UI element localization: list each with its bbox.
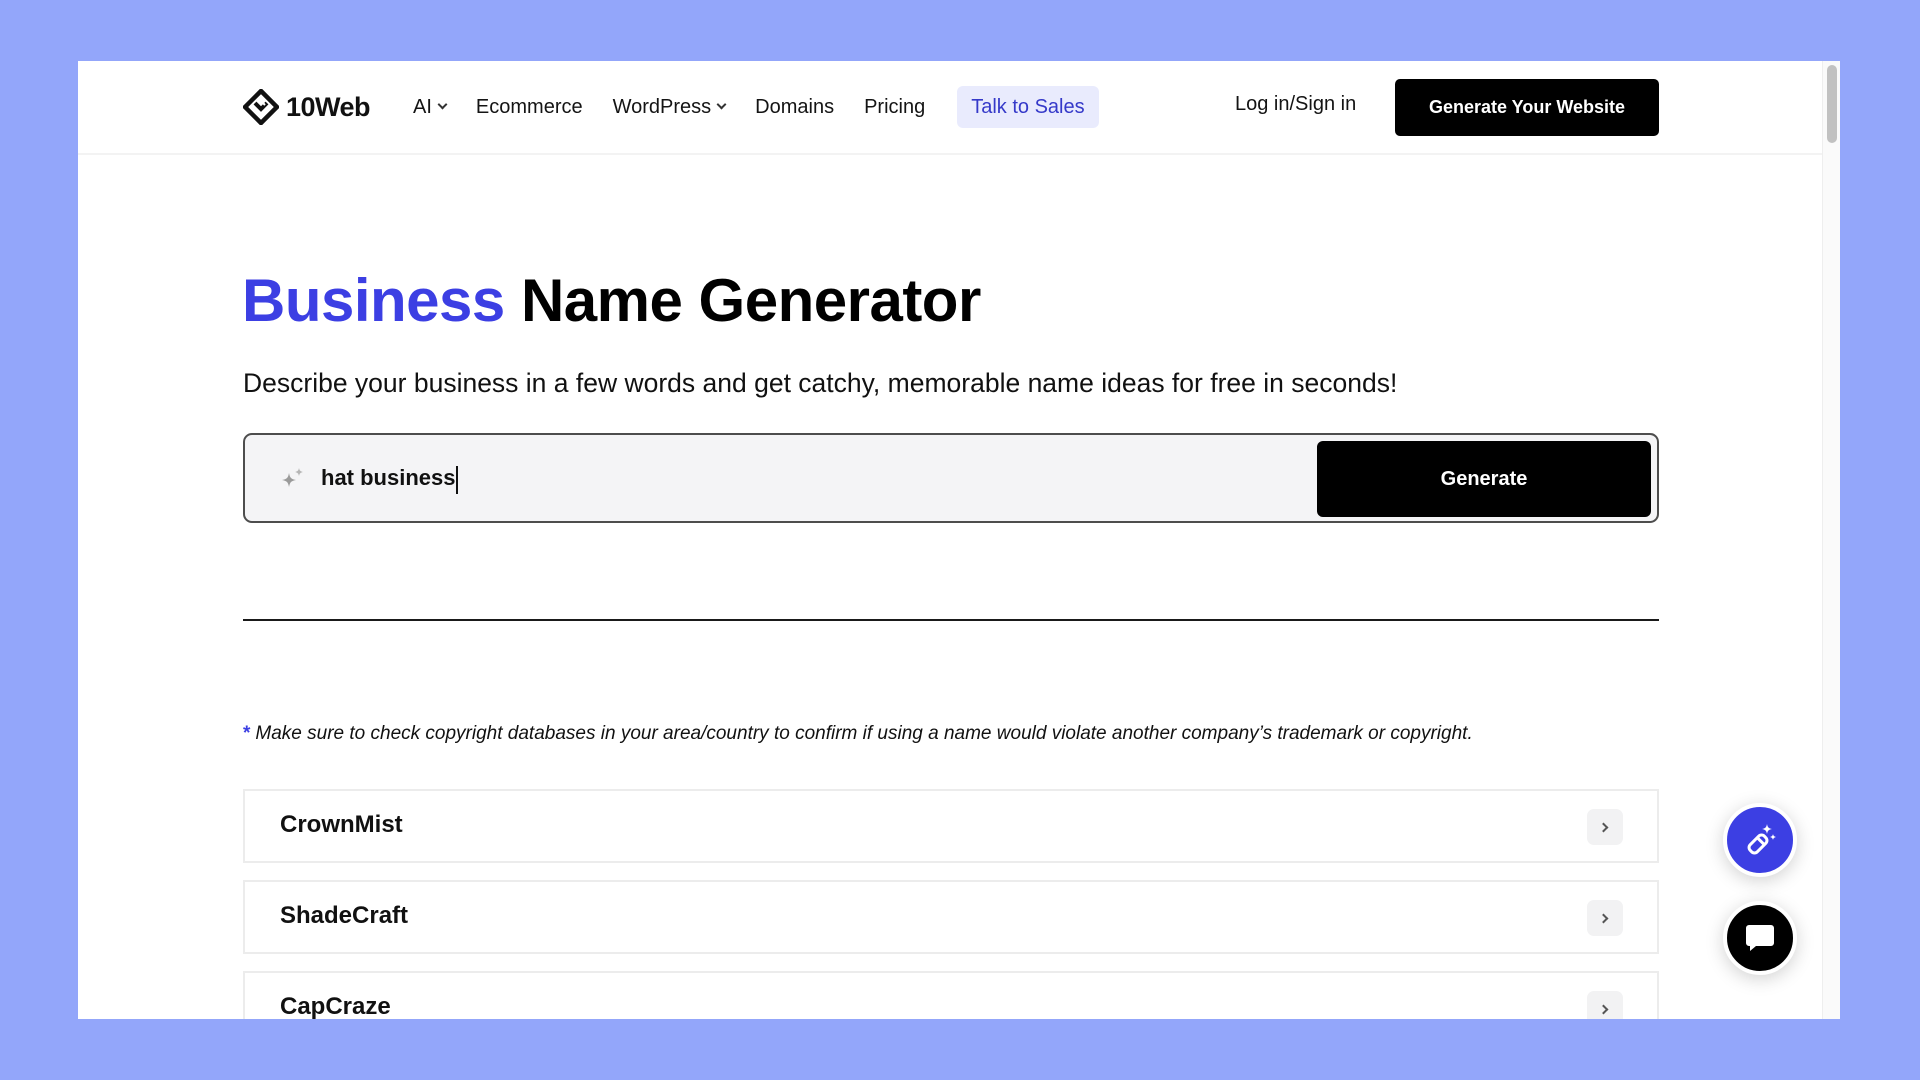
result-name: ShadeCraft <box>280 902 409 929</box>
nav-label: Ecommerce <box>475 95 583 118</box>
chevron-right-icon[interactable] <box>1587 991 1623 1019</box>
nav-label: Pricing <box>864 95 926 118</box>
business-description-form: Generate <box>243 433 1659 523</box>
magic-pencil-icon <box>1747 824 1776 855</box>
section-divider <box>243 619 1659 621</box>
result-name: CapCraze <box>280 993 391 1019</box>
result-item[interactable]: CrownMist <box>243 789 1659 863</box>
logo-text: 10Web <box>286 91 371 122</box>
result-item[interactable]: CapCraze <box>243 971 1659 1019</box>
scrollbar[interactable] <box>1822 61 1840 1019</box>
title-rest: Name Generator <box>504 267 981 334</box>
browser-viewport: 10Web AI Ecommerce WordPress Domains Pri… <box>78 61 1840 1019</box>
chat-bubble-icon <box>1746 925 1774 951</box>
nav-item-domains[interactable]: Domains <box>755 96 834 119</box>
title-accent: Business <box>242 267 505 334</box>
scrollbar-thumb[interactable] <box>1827 65 1837 143</box>
logo-icon <box>243 89 279 125</box>
result-name: CrownMist <box>280 811 403 838</box>
nav-item-wordpress[interactable]: WordPress <box>612 95 727 119</box>
generate-website-button[interactable]: Generate Your Website <box>1395 79 1659 136</box>
page-title: Business Name Generator <box>242 266 981 335</box>
logo[interactable]: 10Web <box>243 87 371 127</box>
chat-button[interactable] <box>1723 901 1797 975</box>
nav-label: WordPress <box>612 95 712 118</box>
business-description-input[interactable] <box>321 455 1281 501</box>
nav-item-ecommerce[interactable]: Ecommerce <box>476 96 583 119</box>
nav-item-pricing[interactable]: Pricing <box>864 96 925 119</box>
generate-button[interactable]: Generate <box>1317 441 1651 517</box>
chevron-right-icon[interactable] <box>1587 900 1623 936</box>
chevron-down-icon <box>716 99 727 110</box>
ai-assistant-button[interactable] <box>1723 803 1797 877</box>
sparkle-icon <box>282 468 303 487</box>
chevron-down-icon <box>437 99 448 110</box>
main-nav: AI Ecommerce WordPress Domains Pricing T… <box>413 86 1099 128</box>
login-link[interactable]: Log in/Sign in <box>1235 93 1356 116</box>
nav-label: AI <box>413 95 432 118</box>
result-item[interactable]: ShadeCraft <box>243 880 1659 954</box>
site-header: 10Web AI Ecommerce WordPress Domains Pri… <box>78 61 1822 155</box>
nav-item-ai[interactable]: AI <box>413 95 448 119</box>
page-subtitle: Describe your business in a few words an… <box>243 368 1398 398</box>
disclaimer-asterisk: * <box>243 723 251 744</box>
talk-to-sales-button[interactable]: Talk to Sales <box>957 86 1099 128</box>
nav-label: Domains <box>755 95 835 118</box>
disclaimer-text: Make sure to check copyright databases i… <box>255 723 1473 744</box>
text-caret <box>456 466 459 494</box>
chevron-right-icon[interactable] <box>1587 809 1623 845</box>
copyright-disclaimer: * Make sure to check copyright databases … <box>243 723 1473 745</box>
